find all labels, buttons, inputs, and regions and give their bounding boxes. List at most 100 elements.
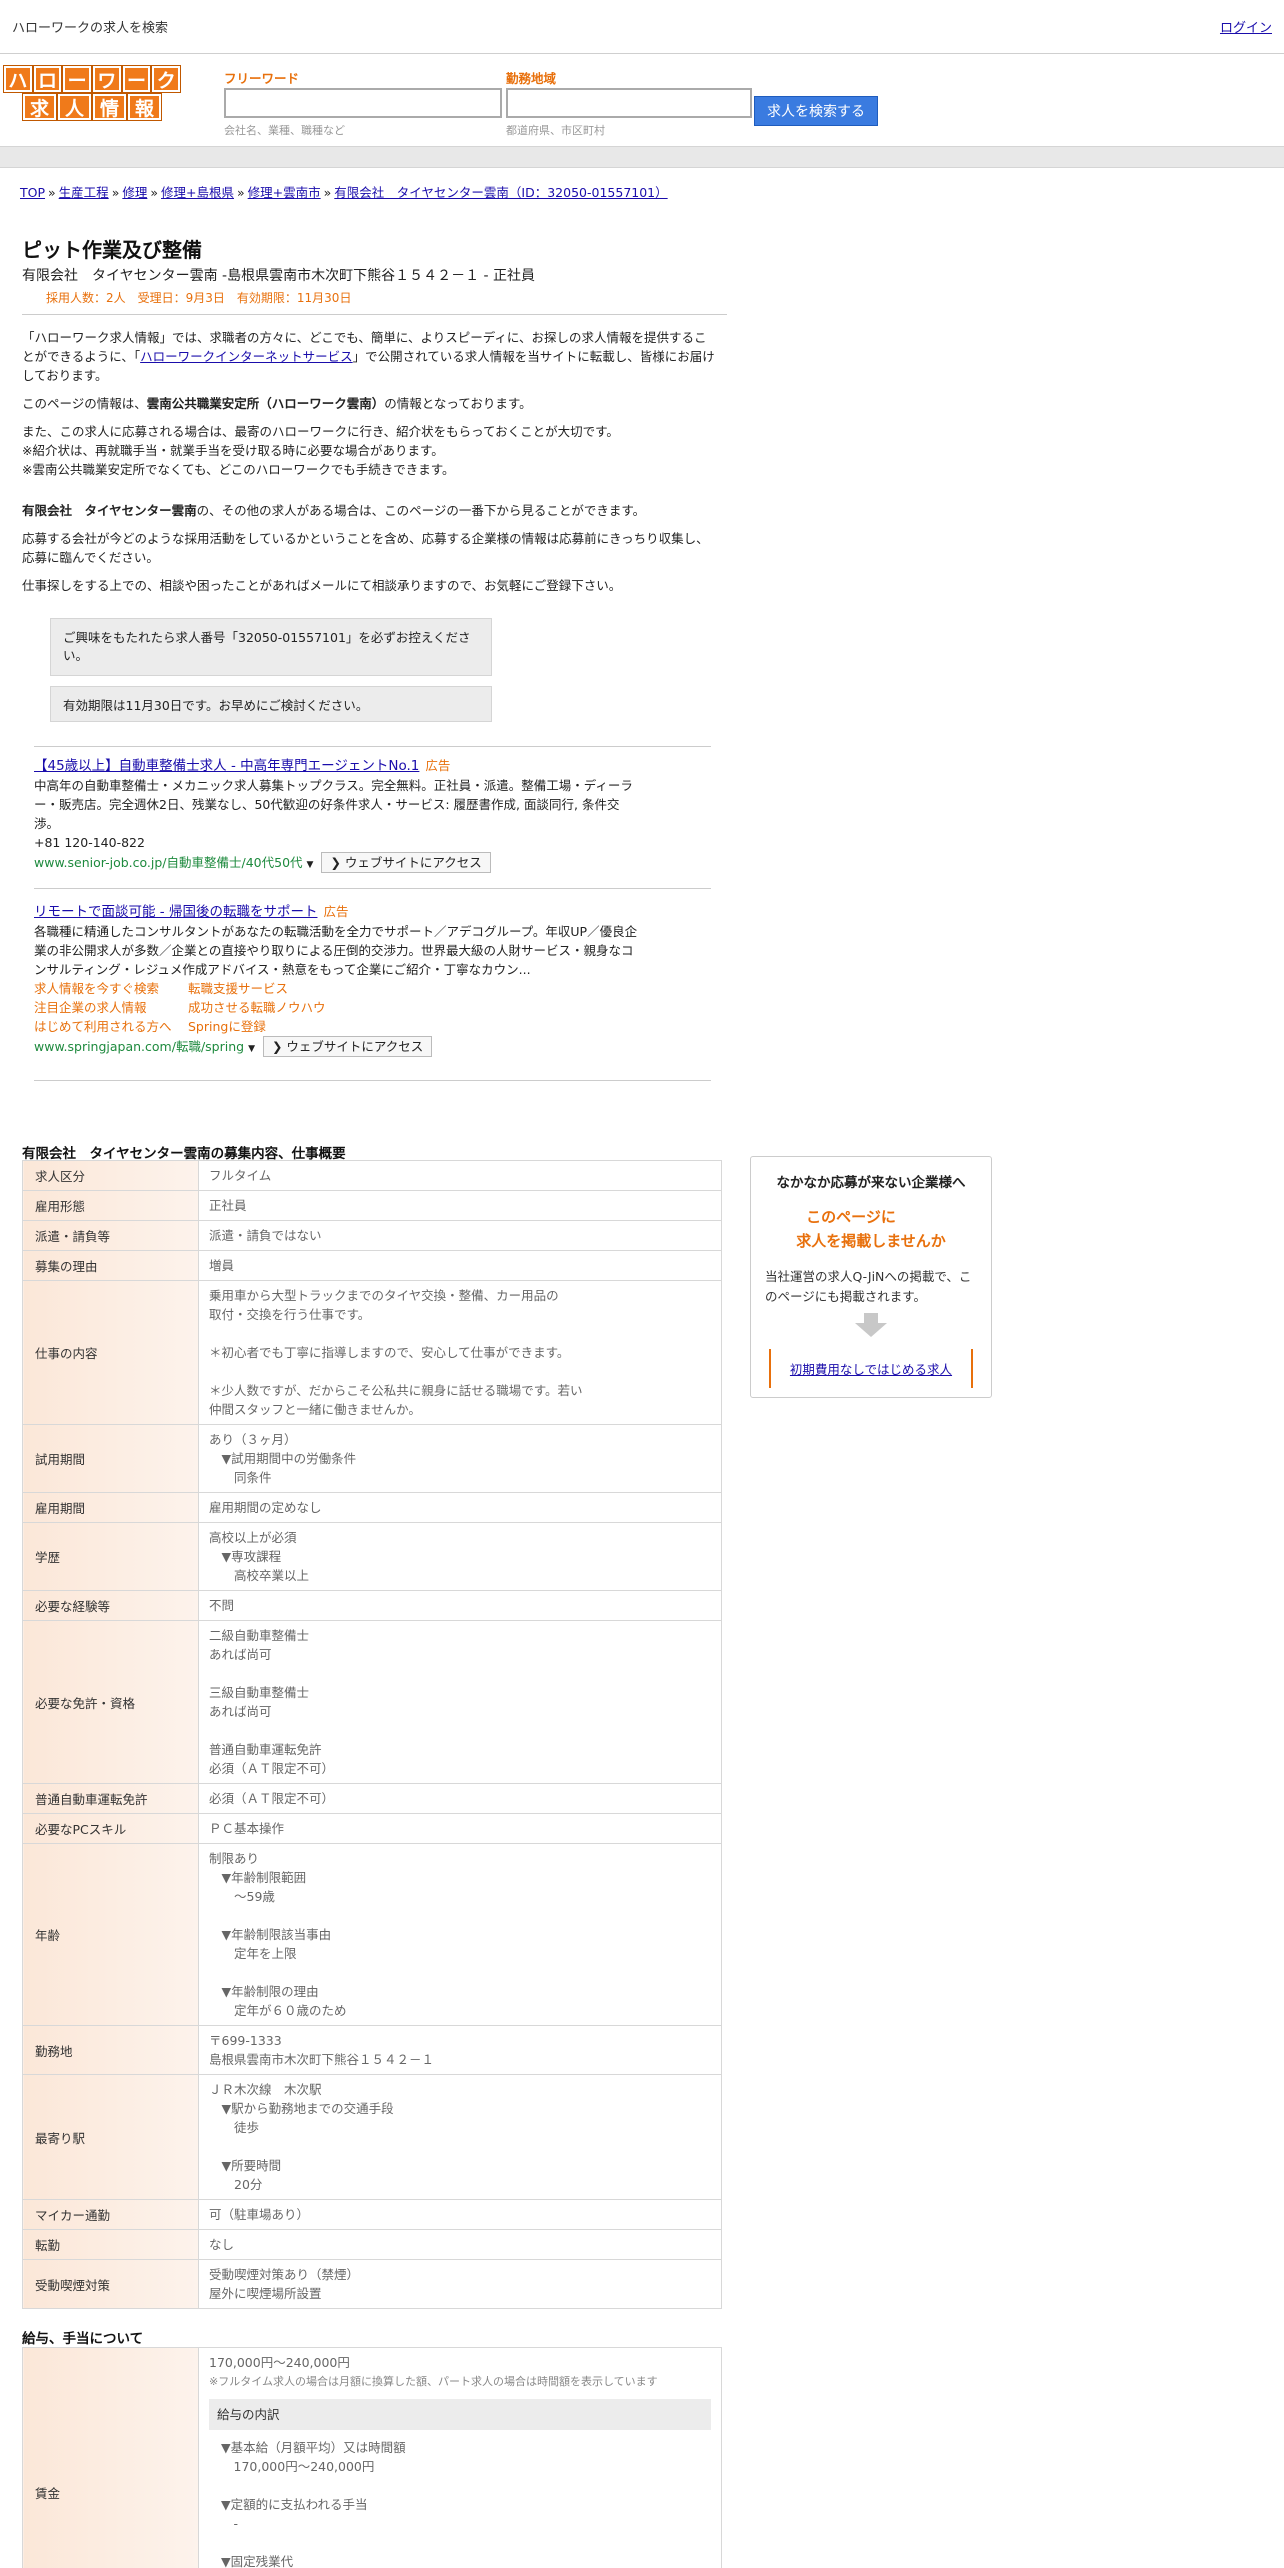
breadcrumb-company[interactable]: 有限会社 タイヤセンター雲南（ID：32050-01557101） [334, 185, 667, 200]
row-value: 増員 [198, 1250, 722, 1281]
advertise-body: 当社運営の求人Q-JiNへの掲載で、このページにも掲載されます。 [765, 1269, 972, 1304]
ad-1-phone[interactable]: +81 120-140-822 [34, 833, 714, 852]
row-value: あり（３ヶ月） ▼試用期間中の労働条件 同条件 [198, 1424, 722, 1493]
row-value: 高校以上が必須 ▼専攻課程 高校卒業以上 [198, 1522, 722, 1591]
location-input[interactable] [506, 88, 752, 118]
ad-1-url[interactable]: www.senior-job.co.jp/自動車整備士/40代50代 [34, 855, 303, 870]
expiry-notice: 有効期限は11月30日です。お早めにご検討ください。 [50, 686, 492, 722]
search-header: ハローワーク 求人情報 フリーワード 会社名、業種、職種など 勤務地域 都道府県… [0, 54, 1284, 146]
ad-divider [34, 888, 711, 889]
table-row: 雇用期間 雇用期間の定めなし [22, 1492, 722, 1523]
intro-text-part: このページの情報は、 [22, 396, 147, 411]
location-group: 勤務地域 都道府県、市区町村 [506, 68, 752, 138]
table-row: 必要な経験等 不問 [22, 1590, 722, 1621]
table-row: 必要な免許・資格 二級自動車整備士 あれば尚可 三級自動車整備士 あれば尚可 普通自動車運… [22, 1620, 722, 1784]
table-row: 転勤 なし [22, 2229, 722, 2260]
row-value: 派遣・請負ではない [198, 1220, 722, 1251]
row-value: 二級自動車整備士 あれば尚可 三級自動車整備士 あれば尚可 普通自動車運転免許 必須（ＡＴ… [198, 1620, 722, 1784]
ad-2-url[interactable]: www.springjapan.com/転職/spring [34, 1039, 244, 1054]
breadcrumb-separator: » [48, 185, 56, 200]
row-value-line: 取付・交換を行う仕事です。 [209, 1307, 371, 1322]
ad-2-dropdown-icon[interactable]: ▼ [248, 1044, 255, 1054]
row-value: 乗用車から大型トラックまでのタイヤ交換・整備、カー用品の 取付・交換を行う仕事です… [198, 1280, 722, 1425]
row-label: 必要な経験等 [22, 1590, 199, 1621]
ad-block-1: 【45歳以上】自動車整備士求人 - 中高年専門エージェントNo.1 広告 中高年の… [34, 756, 714, 875]
row-value-line: 受動喫煙対策あり（禁煙） [209, 2267, 360, 2282]
ad-2-sitelink[interactable]: 注目企業の求人情報 [34, 998, 188, 1017]
intro-text-part: の、その他の求人がある場合は、このページの一番下から見ることができます。 [196, 503, 646, 518]
row-value-line [209, 1362, 711, 1381]
intro-paragraph-2: このページの情報は、雲南公共職業安定所（ハローワーク雲南）の情報となっております… [22, 394, 717, 413]
row-value-line: 派遣・請負ではない [209, 1228, 322, 1243]
freeword-input[interactable] [224, 88, 502, 118]
site-logo[interactable]: ハローワーク 求人情報 [3, 65, 182, 122]
pay-breakdown: ▼基本給（月額平均）又は時間額 170,000円〜240,000円 ▼定額的に支払… [209, 2438, 711, 2568]
breadcrumb-separator: » [150, 185, 159, 200]
ad-2-visit-button[interactable]: ❯ ウェブサイトにアクセス [262, 1036, 433, 1057]
job-title: ピット作業及び整備 [22, 238, 202, 262]
pay-note: ※フルタイム求人の場合は月額に換算した額、パート求人の場合は時間額を表示していま… [209, 2375, 658, 2388]
ad-2-sitelink[interactable]: Springに登録 [188, 1017, 342, 1036]
table-row: 必要なPCスキル ＰＣ基本操作 [22, 1813, 722, 1844]
breadcrumb-city[interactable]: 修理+雲南市 [248, 185, 321, 200]
pay-section-title: 給与、手当について [22, 2331, 144, 2347]
ad-2-title[interactable]: リモートで面談可能 - 帰国後の転職をサポート [34, 904, 317, 920]
intro-paragraph-3: また、この求人に応募される場合は、最寄のハローワークに行き、紹介状をもらっておく… [22, 422, 717, 479]
breadcrumb-subcategory[interactable]: 修理 [122, 185, 147, 200]
search-button-wrap: 求人を検索する [754, 96, 878, 126]
row-value-line [209, 1906, 711, 1925]
breadcrumb-prefecture[interactable]: 修理+島根県 [161, 185, 234, 200]
logo-character: ー [121, 65, 152, 93]
ad-1-title[interactable]: 【45歳以上】自動車整備士求人 - 中高年専門エージェントNo.1 [34, 758, 419, 774]
row-value-line: 乗用車から大型トラックまでのタイヤ交換・整備、カー用品の [209, 1288, 559, 1303]
breadcrumb-top[interactable]: TOP [20, 185, 45, 200]
table-row: 最寄り駅 ＪＲ木次線 木次駅 ▼駅から勤務地までの交通手段 徒歩 ▼所要時間 20… [22, 2074, 722, 2200]
breadcrumb-separator: » [237, 185, 245, 200]
row-value: ＪＲ木次線 木次駅 ▼駅から勤務地までの交通手段 徒歩 ▼所要時間 20分 [198, 2074, 722, 2200]
table-row: 受動喫煙対策 受動喫煙対策あり（禁煙） 屋外に喫煙場所設置 [22, 2259, 722, 2309]
row-value-line: ▼試用期間中の労働条件 [209, 1451, 357, 1466]
logo-character: 情 [92, 93, 127, 121]
logo-character: ハ [3, 65, 33, 93]
ad-1-visit-button[interactable]: ❯ ウェブサイトにアクセス [321, 852, 491, 873]
ad-2-sitelink[interactable]: 成功させる転職ノウハウ [188, 998, 342, 1017]
login-link[interactable]: ログイン [1220, 17, 1272, 36]
table-row: 年齢 制限あり ▼年齢制限範囲 〜59歳 ▼年齢制限該当事由 定年を上限 ▼年齢制… [22, 1843, 722, 2026]
advertise-highlight-line: 求人を掲載しませんか [796, 1232, 946, 1250]
ad-block-2: リモートで面談可能 - 帰国後の転職をサポート 広告 各職種に精通したコンサルタン… [34, 902, 714, 1059]
row-value: 不問 [198, 1590, 722, 1621]
advertise-cta-link[interactable]: 初期費用なしではじめる求人 [790, 1362, 952, 1377]
location-hint: 都道府県、市区町村 [506, 124, 605, 137]
details-section-title: 有限会社 タイヤセンター雲南の募集内容、仕事概要 [22, 1146, 346, 1162]
row-value-line: 仲間スタッフと一緒に働きませんか。 [209, 1402, 421, 1417]
job-header: ピット作業及び整備 有限会社 タイヤセンター雲南 -島根県雲南市木次町下熊谷１５… [22, 234, 727, 315]
row-value-line: なし [209, 2237, 235, 2252]
row-value-line: 正社員 [209, 1198, 247, 1213]
logo-character: 人 [57, 93, 92, 121]
freeword-label: フリーワード [224, 71, 300, 86]
ad-2-sitelink[interactable]: 転職支援サービス [188, 979, 342, 998]
row-value: 正社員 [198, 1190, 722, 1221]
ad-1-dropdown-icon[interactable]: ▼ [307, 860, 314, 870]
location-label: 勤務地域 [506, 71, 557, 86]
row-value-line: 屋外に喫煙場所設置 [209, 2286, 322, 2301]
hellowork-internet-link[interactable]: ハローワークインターネットサービス [140, 349, 353, 364]
ad-1-body: 中高年の自動車整備士・メカニック求人募集トップクラス。完全無料。正社員・派遣。整… [34, 778, 633, 831]
breadcrumb-separator: » [111, 185, 120, 200]
search-button[interactable]: 求人を検索する [754, 96, 878, 126]
advertise-box: なかなか応募が来ない企業様へ このページに 求人を掲載しませんか 当社運営の求人… [750, 1156, 992, 1398]
pay-breakdown-line: - [221, 2516, 239, 2531]
row-label: マイカー通勤 [22, 2199, 199, 2230]
row-value: 必須（ＡＴ限定不可） [198, 1783, 722, 1814]
ad-2-sitelink[interactable]: はじめて利用される方へ [34, 1017, 188, 1036]
row-label: 勤務地 [22, 2025, 199, 2075]
office-name: 雲南公共職業安定所（ハローワーク雲南） [146, 396, 385, 411]
intro-paragraph-1: 「ハローワーク求人情報」では、求職者の方々に、どこでも、簡単に、よりスピーディに… [22, 328, 717, 385]
breadcrumb-category[interactable]: 生産工程 [59, 185, 109, 200]
ad-2-sitelink[interactable]: 求人情報を今すぐ検索 [34, 979, 188, 998]
row-value-line: 同条件 [209, 1470, 272, 1485]
row-value-line [209, 1664, 711, 1683]
chevron-right-icon: ❯ [330, 855, 345, 870]
advertise-cta: 初期費用なしではじめる求人 [769, 1349, 973, 1388]
row-value-line: ＪＲ木次線 木次駅 [209, 2082, 322, 2097]
